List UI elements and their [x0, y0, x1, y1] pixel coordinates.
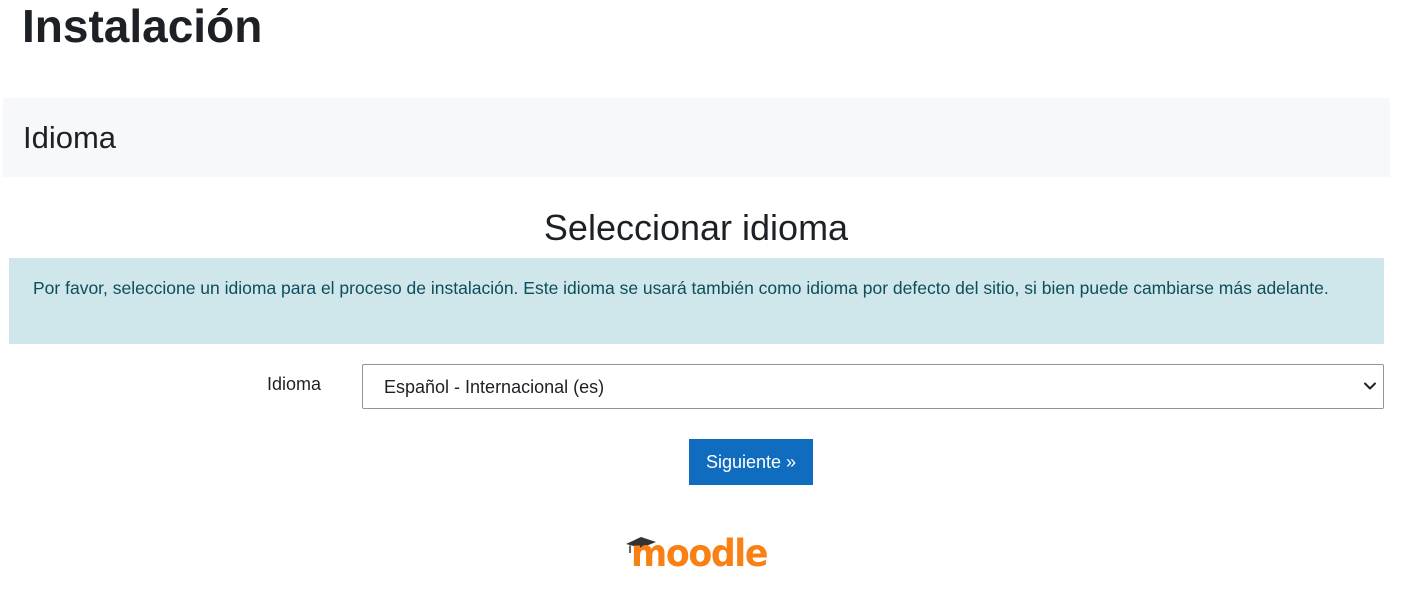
page-title: Instalación	[22, 0, 263, 52]
language-label: Idioma	[267, 374, 322, 394]
next-button[interactable]: Siguiente »	[689, 439, 813, 485]
language-select-value: Español - Internacional (es)	[384, 377, 605, 397]
chevron-down-icon	[1364, 382, 1376, 390]
info-alert-text: Por favor, seleccione un idioma para el …	[33, 278, 1329, 298]
select-language-heading: Seleccionar idioma	[543, 207, 849, 248]
section-header: Idioma	[3, 98, 1390, 177]
info-alert: Por favor, seleccione un idioma para el …	[9, 258, 1384, 344]
language-select[interactable]: Español - Internacional (es)	[362, 364, 1384, 409]
logo-wordmark: moodle	[631, 532, 767, 572]
section-title: Idioma	[23, 120, 117, 155]
moodle-logo: moodle	[626, 532, 769, 572]
installation-page: Instalación Idioma Seleccionar idioma Po…	[0, 0, 1406, 604]
